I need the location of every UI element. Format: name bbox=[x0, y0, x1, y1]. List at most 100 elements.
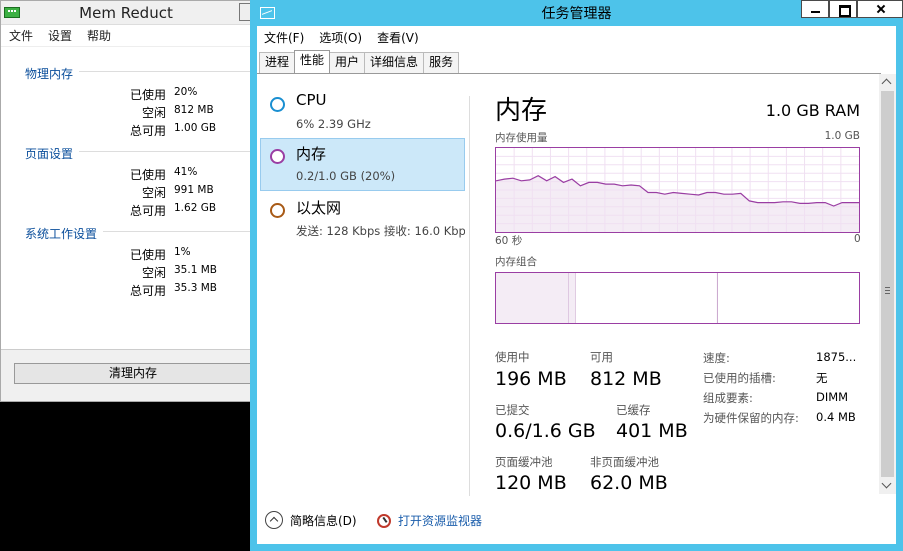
stat-value: 991 MB bbox=[174, 184, 214, 196]
menu-options[interactable]: 选项(O) bbox=[319, 29, 362, 46]
stat-label: 空闲 bbox=[141, 106, 166, 120]
stat-label: 空闲 bbox=[141, 266, 166, 280]
stat-row: 总可用 1.00 GB bbox=[61, 122, 251, 139]
tab-services[interactable]: 服务 bbox=[423, 52, 460, 73]
resource-summary: 0.2/1.0 GB (20%) bbox=[296, 169, 396, 183]
tab-processes[interactable]: 进程 bbox=[259, 52, 296, 73]
stat-nonpaged-pool-label: 非页面缓冲池 bbox=[590, 455, 659, 469]
memreduct-menu-file[interactable]: 文件 bbox=[9, 27, 33, 44]
ethernet-indicator-icon bbox=[270, 203, 285, 218]
stat-committed-label: 已提交 bbox=[495, 403, 530, 417]
scroll-up-arrow-icon[interactable] bbox=[879, 74, 896, 91]
vertical-scrollbar[interactable] bbox=[879, 74, 896, 494]
stat-available-value: 812 MB bbox=[590, 368, 662, 390]
stat-label: 空闲 bbox=[141, 186, 166, 200]
fewer-details-link[interactable]: 简略信息(D) bbox=[265, 511, 357, 529]
tab-performance[interactable]: 性能 bbox=[294, 50, 331, 73]
prop-speed-label: 速度: bbox=[703, 351, 730, 365]
menu-view[interactable]: 查看(V) bbox=[377, 29, 419, 46]
tab-details[interactable]: 详细信息 bbox=[364, 52, 425, 73]
resource-cpu[interactable]: CPU 6% 2.39 GHz bbox=[260, 86, 465, 139]
memory-composition-svg bbox=[496, 273, 718, 323]
stat-value: 1.62 GB bbox=[174, 202, 217, 214]
composition-modified bbox=[568, 273, 576, 323]
task-manager-client: 文件(F) 选项(O) 查看(V) 进程 性能 用户 详细信息 服务 CPU 6… bbox=[257, 26, 896, 544]
tab-users[interactable]: 用户 bbox=[329, 52, 366, 73]
open-resource-monitor-label: 打开资源监视器 bbox=[398, 514, 483, 528]
resource-name: 以太网 bbox=[296, 199, 342, 217]
tab-divider bbox=[257, 73, 881, 74]
stat-row: 空闲 35.1 MB bbox=[61, 264, 251, 281]
stat-row: 已使用 1% bbox=[61, 246, 251, 263]
stat-value: 1.00 GB bbox=[174, 122, 217, 134]
memreduct-window: Mem Reduct 文件 设置 帮助 物理内存 已使用 20% 空闲 812 MB… bbox=[0, 0, 252, 402]
prop-slots-value: 无 bbox=[816, 371, 828, 385]
memreduct-menu-help[interactable]: 帮助 bbox=[87, 27, 111, 44]
group-divider bbox=[103, 231, 251, 232]
stat-label: 总可用 bbox=[129, 124, 166, 138]
stat-row: 空闲 812 MB bbox=[61, 104, 251, 121]
stat-row: 已使用 20% bbox=[61, 86, 251, 103]
prop-slots-label: 已使用的插槽: bbox=[703, 371, 776, 385]
open-resource-monitor-link[interactable]: 打开资源监视器 bbox=[377, 512, 482, 529]
stat-committed-value: 0.6/1.6 GB bbox=[495, 420, 596, 442]
memory-composition-bar bbox=[495, 272, 860, 324]
fewer-details-label: 简略信息(D) bbox=[290, 513, 357, 528]
composition-label: 内存组合 bbox=[495, 256, 537, 268]
usage-graph-max: 1.0 GB bbox=[824, 130, 860, 142]
stat-label: 已使用 bbox=[129, 248, 166, 262]
memory-usage-graph bbox=[495, 147, 860, 233]
composition-in-use bbox=[496, 273, 569, 323]
resource-summary: 6% 2.39 GHz bbox=[296, 117, 371, 131]
prop-speed-value: 1875... bbox=[816, 350, 857, 364]
stat-row: 总可用 1.62 GB bbox=[61, 202, 251, 219]
stat-value: 812 MB bbox=[174, 104, 214, 116]
resource-ethernet[interactable]: 以太网 发送: 128 Kbps 接收: 16.0 Kbps bbox=[260, 192, 465, 245]
detail-total-ram: 1.0 GB RAM bbox=[765, 101, 860, 120]
menu-file[interactable]: 文件(F) bbox=[264, 29, 304, 46]
group-divider bbox=[79, 71, 251, 72]
stat-label: 已使用 bbox=[129, 88, 166, 102]
resource-summary: 发送: 128 Kbps 接收: 16.0 Kbps bbox=[296, 224, 465, 238]
memory-indicator-icon bbox=[270, 149, 285, 164]
task-manager-menubar: 文件(F) 选项(O) 查看(V) bbox=[257, 26, 896, 48]
stat-cached-label: 已缓存 bbox=[616, 403, 651, 417]
stat-available-label: 可用 bbox=[590, 350, 613, 364]
composition-standby bbox=[575, 273, 718, 323]
task-manager-titlebar[interactable]: 任务管理器 bbox=[250, 0, 903, 26]
scroll-grip-icon bbox=[885, 287, 890, 294]
detail-title: 内存 bbox=[495, 96, 548, 126]
stat-value: 35.3 MB bbox=[174, 282, 217, 294]
stat-row: 已使用 41% bbox=[61, 166, 251, 183]
memreduct-titlebar[interactable]: Mem Reduct bbox=[1, 1, 251, 25]
scroll-thumb[interactable] bbox=[881, 91, 894, 477]
resource-monitor-icon bbox=[377, 513, 391, 528]
prop-form-factor-value: DIMM bbox=[816, 390, 849, 404]
clean-memory-button[interactable]: 清理内存 bbox=[14, 363, 251, 384]
scroll-down-arrow-icon[interactable] bbox=[879, 477, 896, 494]
resource-name: 内存 bbox=[296, 145, 327, 163]
prop-hardware-reserved-label: 为硬件保留的内存: bbox=[703, 411, 799, 425]
stat-label: 总可用 bbox=[129, 284, 166, 298]
maximize-button[interactable] bbox=[829, 0, 857, 18]
resource-memory[interactable]: 内存 0.2/1.0 GB (20%) bbox=[260, 138, 465, 191]
group-divider bbox=[79, 151, 251, 152]
close-button[interactable] bbox=[857, 0, 903, 18]
group-system-working-set: 系统工作设置 bbox=[25, 227, 98, 241]
stat-row: 总可用 35.3 MB bbox=[61, 282, 251, 299]
group-physical-memory: 物理内存 bbox=[25, 67, 74, 81]
memreduct-menubar: 文件 设置 帮助 bbox=[1, 25, 251, 47]
stat-value: 35.1 MB bbox=[174, 264, 217, 276]
prop-hardware-reserved-value: 0.4 MB bbox=[816, 410, 856, 424]
stat-in-use-value: 196 MB bbox=[495, 368, 567, 390]
group-page-file: 页面设置 bbox=[25, 147, 74, 161]
memreduct-menu-settings[interactable]: 设置 bbox=[48, 27, 72, 44]
task-manager-window: 任务管理器 文件(F) 选项(O) 查看(V) 进程 性能 用户 详细信息 服务… bbox=[250, 0, 903, 551]
memory-usage-graph-svg bbox=[495, 148, 859, 232]
usage-graph-label: 内存使用量 bbox=[495, 132, 548, 144]
cpu-indicator-icon bbox=[270, 97, 285, 112]
stat-paged-pool-label: 页面缓冲池 bbox=[495, 455, 553, 469]
minimize-button[interactable] bbox=[801, 0, 829, 18]
stat-in-use-label: 使用中 bbox=[495, 350, 530, 364]
stat-row: 空闲 991 MB bbox=[61, 184, 251, 201]
